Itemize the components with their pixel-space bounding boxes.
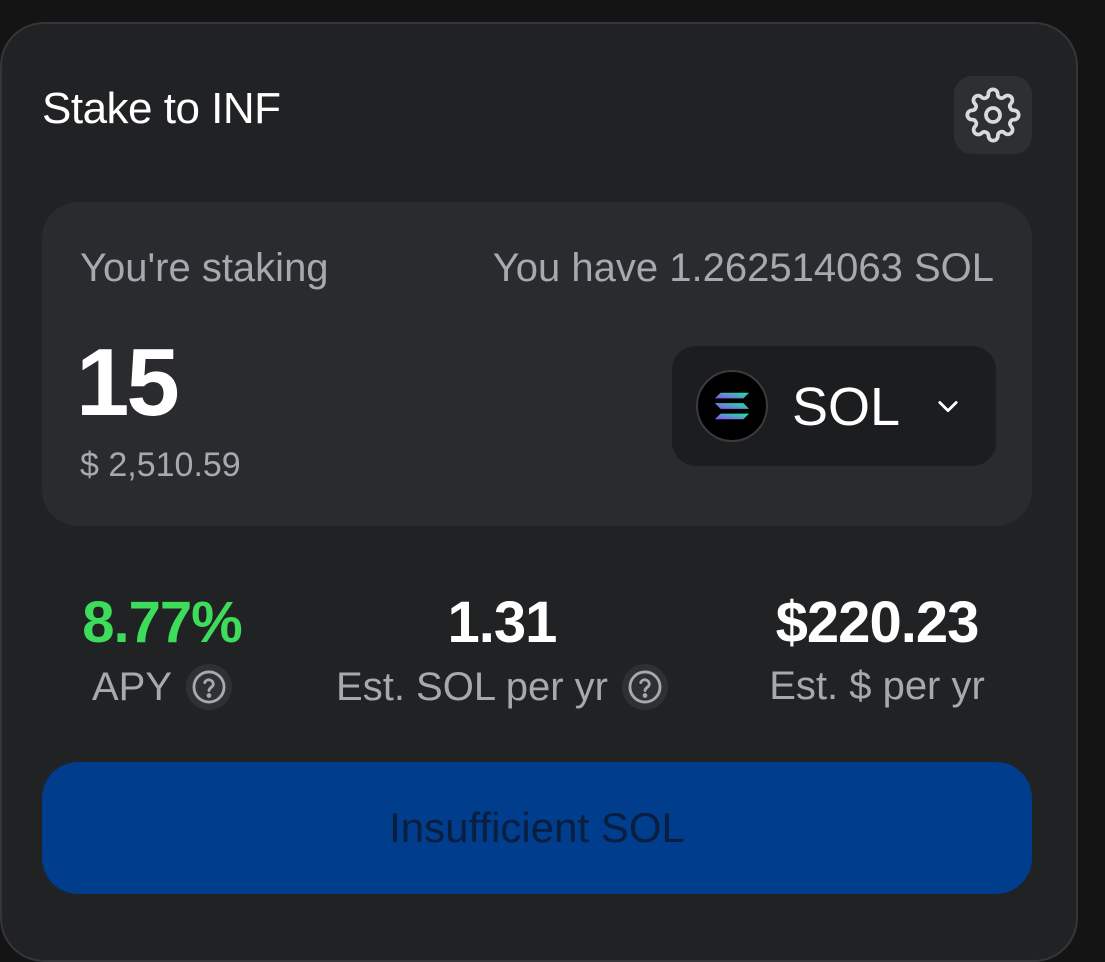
usd-per-yr-label: Est. $ per yr [769,664,985,708]
page-title: Stake to INF [42,84,281,133]
solana-logo-icon [696,370,768,442]
apy-help-icon[interactable] [186,664,233,710]
sol-per-yr-help-icon[interactable] [621,664,668,710]
chevron-down-icon [938,401,958,413]
apy-stat: 8.77% APY [42,589,282,710]
sol-per-yr-value: 1.31 [447,590,558,655]
usd-value: $ 2,510.59 [80,446,241,484]
apy-value: 8.77% [82,590,242,655]
usd-per-yr-value: $220.23 [775,590,980,655]
token-selector[interactable]: SOL [672,346,996,466]
stake-amount-input[interactable] [76,328,436,438]
settings-button[interactable] [954,76,1032,154]
apy-label: APY [91,664,173,709]
balance-label[interactable]: You have 1.262514063 SOL [493,246,994,291]
stake-input-panel: You're staking You have 1.262514063 SOL … [42,202,1032,526]
usd-per-yr-stat: $220.23 Est. $ per yr [742,589,1012,709]
stake-card: Stake to INF You're staking You have 1.2… [0,22,1078,962]
token-symbol: SOL [792,377,901,437]
gear-icon [965,87,1021,143]
sol-per-yr-label: Est. SOL per yr [336,664,608,709]
staking-label: You're staking [80,246,329,290]
yield-stats: 8.77% APY 1.31 Est. SOL per yr $220.23 E… [42,589,1032,729]
sol-per-yr-stat: 1.31 Est. SOL per yr [327,589,677,710]
insufficient-sol-button[interactable]: Insufficient SOL [42,762,1032,894]
